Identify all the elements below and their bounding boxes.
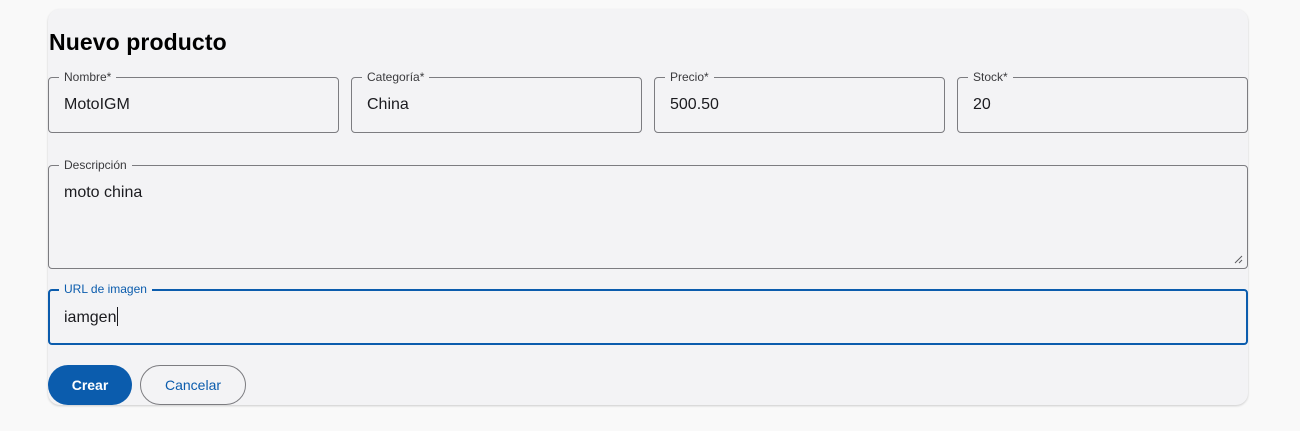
- imagen-url-value-wrap[interactable]: iamgen: [64, 307, 119, 328]
- categoria-label: Categoría*: [362, 70, 430, 84]
- descripcion-label: Descripción: [59, 158, 132, 172]
- imagen-url-field[interactable]: URL de imagen iamgen: [48, 282, 1248, 345]
- nombre-field[interactable]: Nombre* MotoIGM: [48, 70, 339, 133]
- resize-grip-icon[interactable]: [1233, 254, 1243, 264]
- imagen-url-value: iamgen: [64, 309, 117, 326]
- stock-field[interactable]: Stock* 20: [957, 70, 1248, 133]
- stock-label: Stock*: [968, 70, 1013, 84]
- precio-field[interactable]: Precio* 500.50: [654, 70, 945, 133]
- stock-value[interactable]: 20: [973, 95, 991, 115]
- imagen-url-label: URL de imagen: [59, 282, 152, 296]
- nombre-value[interactable]: MotoIGM: [64, 95, 130, 115]
- descripcion-value[interactable]: moto china: [64, 183, 142, 203]
- precio-value[interactable]: 500.50: [670, 95, 719, 115]
- page-title: Nuevo producto: [49, 29, 227, 55]
- create-button[interactable]: Crear: [48, 365, 132, 405]
- cancel-button[interactable]: Cancelar: [140, 365, 246, 405]
- categoria-value[interactable]: China: [367, 95, 409, 115]
- text-caret: [117, 307, 119, 326]
- categoria-field[interactable]: Categoría* China: [351, 70, 642, 133]
- precio-label: Precio*: [665, 70, 714, 84]
- descripcion-textarea[interactable]: Descripción moto china: [48, 158, 1248, 269]
- nombre-label: Nombre*: [59, 70, 117, 84]
